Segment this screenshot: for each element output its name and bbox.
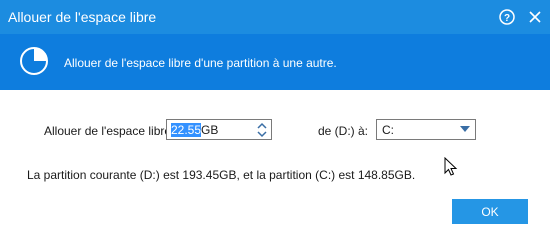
banner-text: Allouer de l'espace libre d'une partitio… [64, 56, 337, 70]
target-partition-select[interactable]: C: [376, 119, 476, 140]
dialog-window: Allouer de l'espace libre ? Allouer de l… [0, 0, 550, 240]
info-banner: Allouer de l'espace libre d'une partitio… [0, 34, 550, 90]
mouse-cursor-icon [444, 157, 458, 176]
question-circle-icon[interactable]: ? [498, 8, 516, 26]
target-partition-value: C: [382, 123, 394, 137]
allocate-space-spinbox[interactable]: 22.55GB [166, 119, 272, 140]
allocate-space-selected-text: 22.55 [171, 123, 202, 137]
spin-down-icon[interactable] [257, 130, 267, 138]
chevron-down-icon[interactable] [460, 126, 470, 133]
svg-text:?: ? [504, 13, 510, 24]
allocate-space-value[interactable]: 22.55GB [171, 123, 218, 137]
allocate-space-label: Allouer de l'espace libre: [44, 124, 175, 138]
window-title: Allouer de l'espace libre [8, 9, 157, 25]
spin-up-icon[interactable] [257, 122, 267, 130]
target-partition-label: de (D:) à: [318, 124, 369, 138]
title-bar: Allouer de l'espace libre ? [0, 0, 550, 34]
allocate-space-unit: GB [201, 123, 219, 137]
partition-info-text: La partition courante (D:) est 193.45GB,… [27, 168, 416, 182]
pie-chart-icon [20, 47, 48, 75]
close-icon[interactable] [526, 8, 544, 26]
ok-button[interactable]: OK [452, 199, 528, 224]
